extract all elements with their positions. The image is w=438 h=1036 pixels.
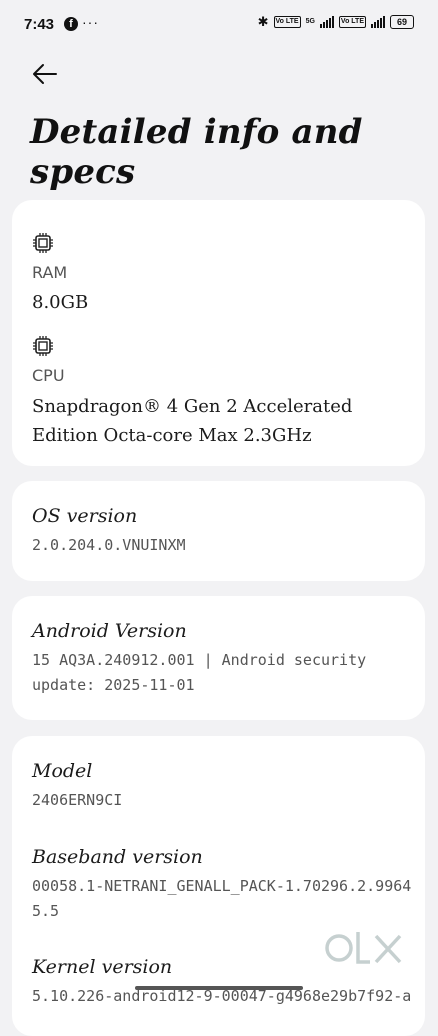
ram-value: 8.0GB [32, 292, 89, 313]
os-version-value: 2.0.204.0.VNUINXM [32, 536, 186, 554]
android-version-title: Android Version [32, 620, 187, 642]
olx-watermark [325, 932, 402, 964]
android-version-card[interactable]: Android Version 15 AQ3A.240912.001 | And… [12, 596, 425, 720]
chip-icon [33, 233, 53, 253]
system-icons: ✱ Vo LTE 5G Vo LTE 69 [258, 14, 414, 30]
status-bar: 7:43 f ··· ✱ Vo LTE 5G Vo LTE 69 [0, 0, 438, 48]
os-version-card[interactable]: OS version 2.0.204.0.VNUINXM [12, 481, 425, 581]
signal-icon-2 [371, 16, 385, 28]
volte-badge-1: Vo LTE [273, 16, 301, 28]
home-indicator[interactable] [135, 986, 303, 990]
bluetooth-icon: ✱ [257, 14, 269, 29]
battery-icon: 69 [390, 15, 414, 29]
android-version-value: 15 AQ3A.240912.001 | Android security up… [32, 651, 367, 694]
kernel-title: Kernel version [32, 956, 173, 978]
model-title: Model [32, 760, 93, 782]
os-version-title: OS version [32, 505, 138, 527]
signal-icon-1 [319, 16, 334, 28]
baseband-value: 00058.1-NETRANI_GENALL_PACK-1.70296.2.99… [32, 877, 412, 920]
ram-label: RAM [32, 263, 68, 282]
device-info-card: Model 2406ERN9CI Baseband version 00058.… [12, 736, 425, 1036]
cpu-chip-icon [33, 336, 53, 356]
cpu-label: CPU [32, 366, 65, 385]
model-value: 2406ERN9CI [32, 791, 123, 809]
facebook-icon: f [64, 17, 78, 31]
volte-badge-2: Vo LTE [338, 16, 366, 28]
baseband-title: Baseband version [32, 846, 203, 868]
back-button[interactable] [30, 60, 60, 88]
network-type: 5G [305, 18, 315, 25]
cpu-value: Snapdragon® 4 Gen 2 Accelerated Edition … [32, 396, 353, 446]
status-time: 7:43 [24, 16, 55, 33]
more-notifications-icon: ··· [82, 14, 99, 30]
arrow-left-icon [33, 64, 57, 84]
memory-cpu-card: RAM 8.0GB CPU Snapdragon® 4 Gen 2 Accele… [12, 200, 425, 466]
page-title: Detailed info and specs [30, 112, 363, 192]
